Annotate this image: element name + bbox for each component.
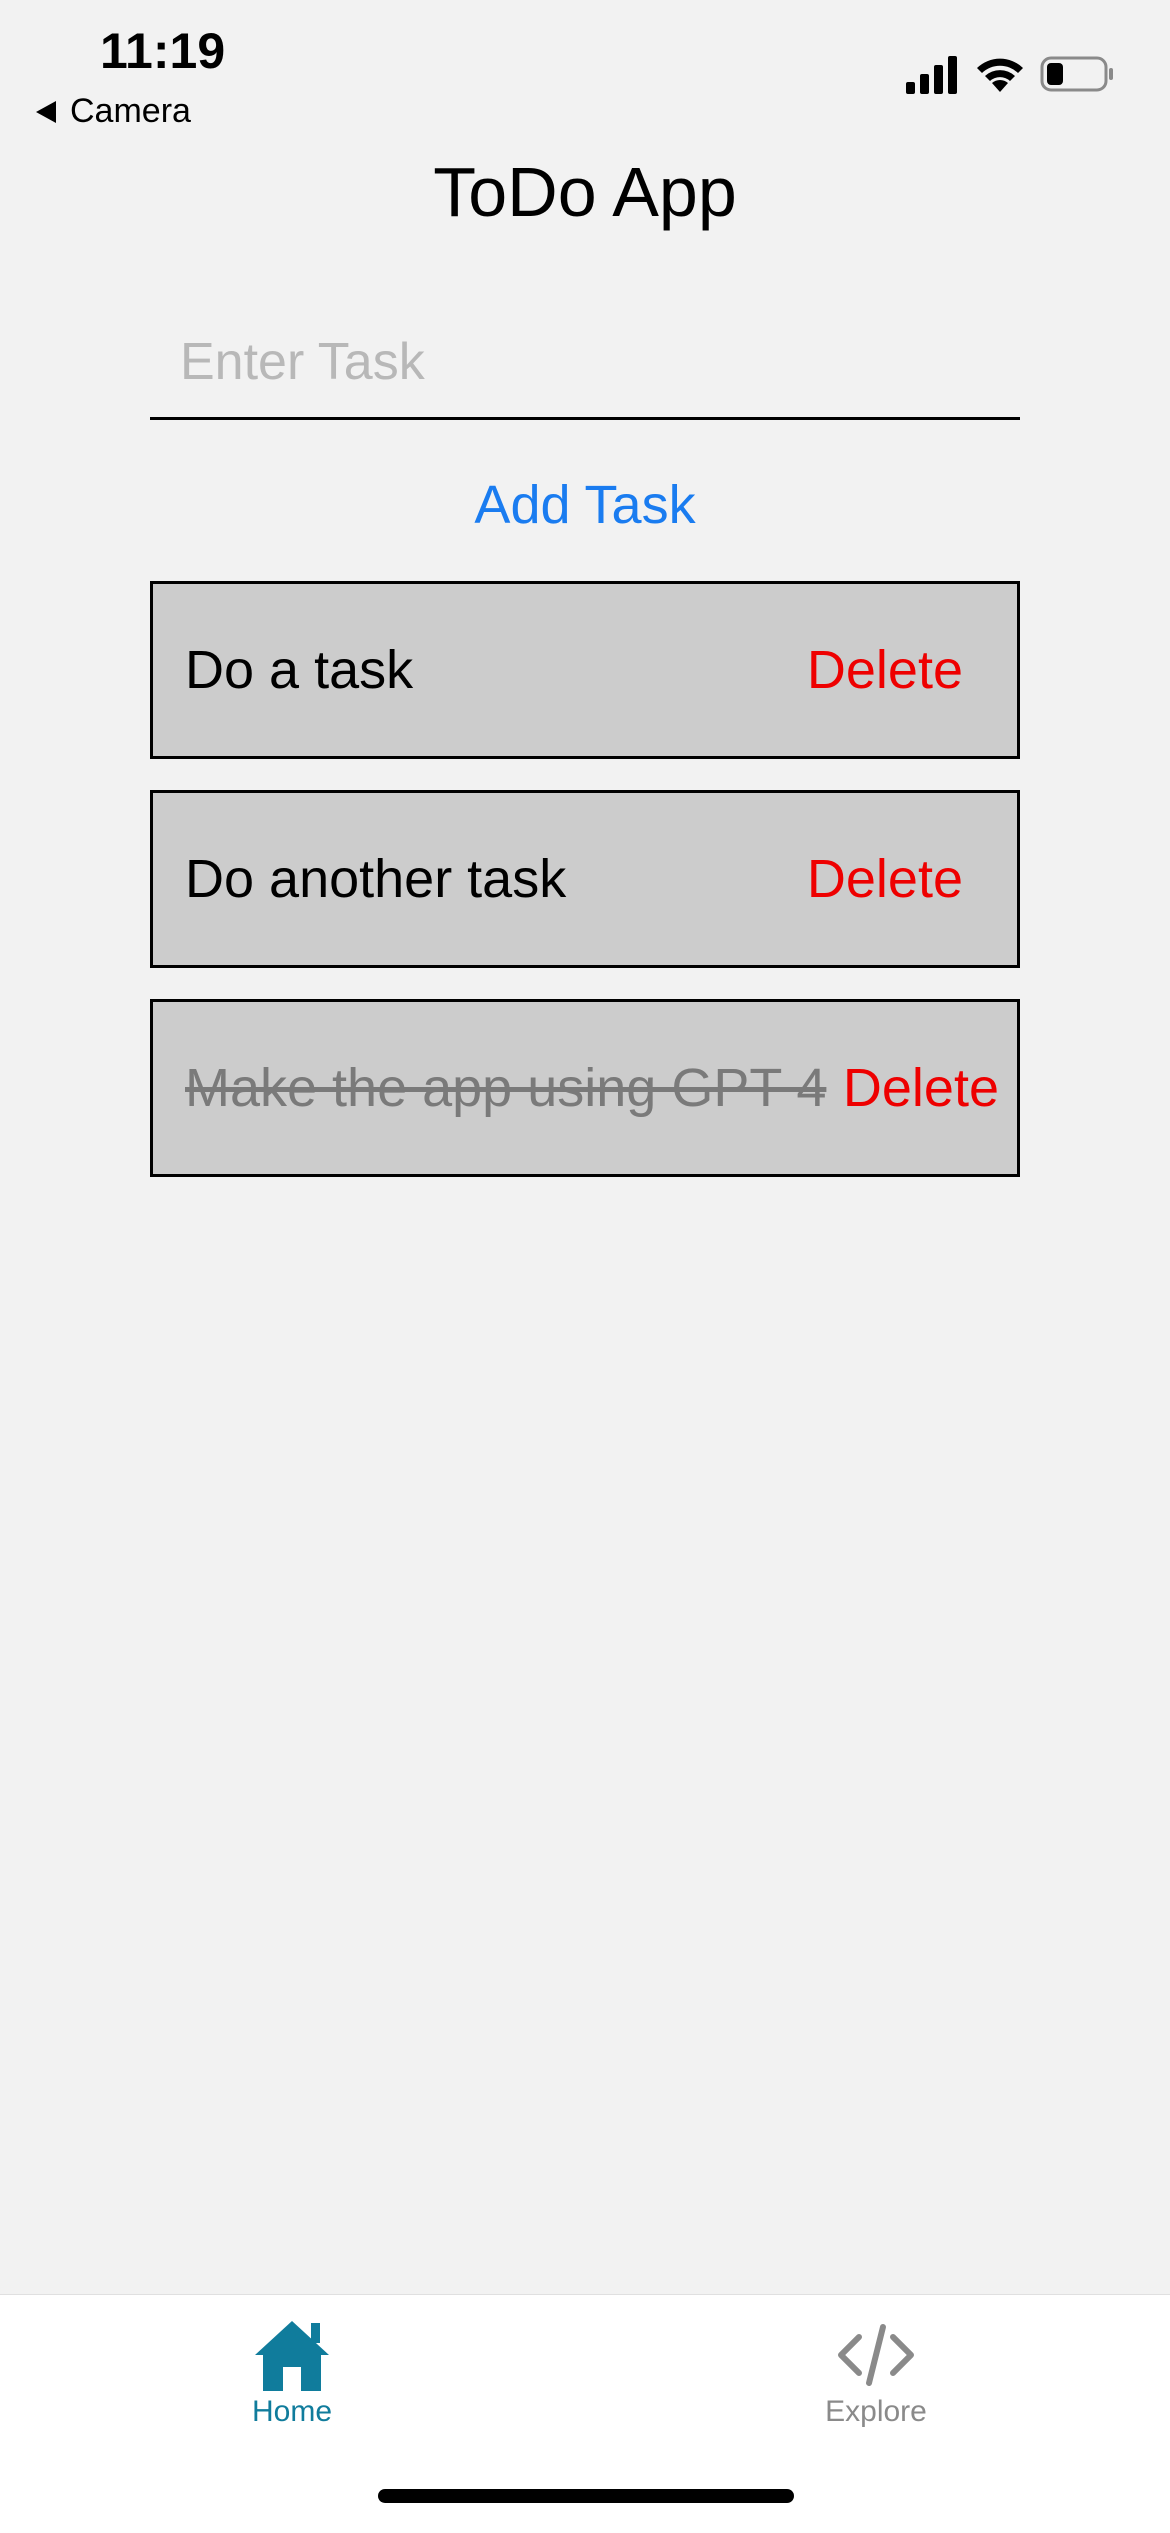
task-input[interactable] — [150, 306, 1020, 420]
page-title: ToDo App — [433, 153, 737, 231]
delete-task-button[interactable]: Delete — [807, 639, 963, 701]
tab-home[interactable]: Home — [182, 2317, 402, 2429]
task-text[interactable]: Do a task — [185, 639, 807, 701]
wifi-icon — [977, 58, 1023, 92]
home-indicator — [378, 2489, 794, 2503]
tab-explore[interactable]: Explore — [766, 2317, 986, 2429]
add-task-button[interactable]: Add Task — [0, 474, 1170, 536]
task-item-completed[interactable]: Make the app using GPT 4 Delete — [150, 999, 1020, 1177]
tab-explore-label: Explore — [825, 2395, 927, 2428]
code-icon — [838, 2324, 914, 2386]
task-text-completed[interactable]: Make the app using GPT 4 — [185, 1057, 843, 1119]
battery-icon — [1040, 56, 1113, 92]
delete-task-button[interactable]: Delete — [807, 848, 963, 910]
task-item[interactable]: Do another task Delete — [150, 790, 1020, 968]
house-icon — [255, 2321, 329, 2391]
task-text[interactable]: Do another task — [185, 848, 807, 910]
back-to-camera-link[interactable]: Camera — [36, 92, 191, 131]
tab-home-label: Home — [251, 2395, 333, 2428]
back-label: Camera — [70, 92, 191, 130]
back-arrow-icon — [36, 100, 56, 123]
delete-task-button[interactable]: Delete — [843, 1057, 999, 1119]
task-item[interactable]: Do a task Delete — [150, 581, 1020, 759]
task-list: Do a task Delete Do another task Delete … — [150, 581, 1020, 1208]
signal-icon — [906, 56, 957, 94]
status-time: 11:19 — [100, 23, 226, 79]
